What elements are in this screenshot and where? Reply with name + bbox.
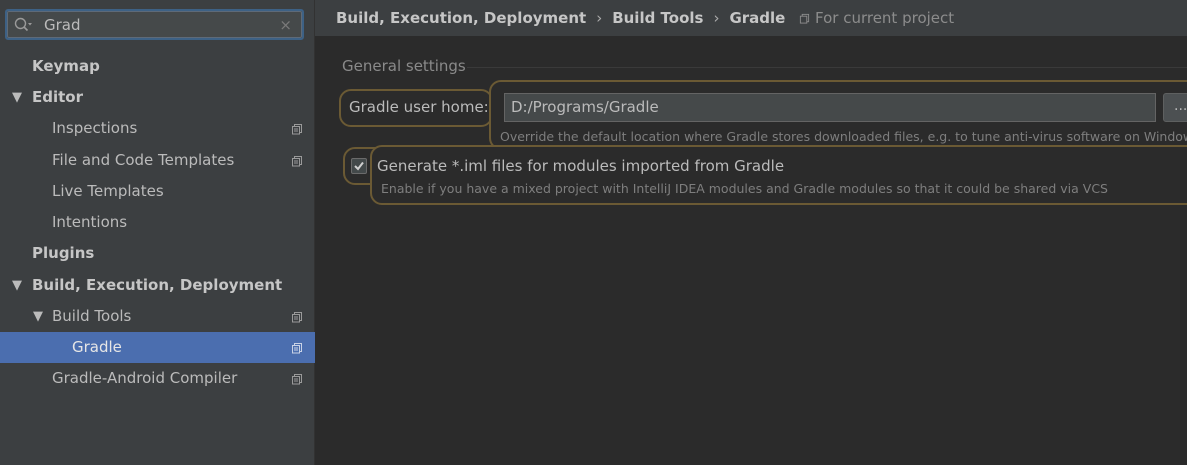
project-settings-icon [292,312,302,323]
breadcrumb-item[interactable]: Build Tools [612,9,703,27]
sidebar-item-build-execution-deployment[interactable]: ▼ Build, Execution, Deployment [0,270,315,301]
browse-button[interactable]: ... [1163,93,1187,122]
scope-note-text: For current project [815,9,955,27]
gradle-user-home-input[interactable]: D:/Programs/Gradle [504,93,1156,122]
breadcrumb-item-current: Gradle [729,9,786,27]
sidebar-item-build-tools[interactable]: ▼ Build Tools [0,301,315,332]
sidebar-item-label: Intentions [52,213,128,231]
sidebar-item-intentions[interactable]: Intentions [0,207,315,238]
project-settings-icon [292,343,302,354]
sidebar-item-gradle-android-compiler[interactable]: Gradle-Android Compiler [0,363,315,394]
sidebar-item-file-and-code-templates[interactable]: File and Code Templates [0,145,315,176]
search-input[interactable]: Grad [44,16,81,34]
scope-note: For current project [799,0,954,36]
sidebar-item-label: Build, Execution, Deployment [32,276,283,294]
section-title-general-settings: General settings [342,57,466,75]
expand-arrow-icon[interactable]: ▼ [12,82,22,113]
sidebar-item-label: Live Templates [52,182,164,200]
sidebar-item-label: Editor [32,88,83,106]
settings-sidebar: Grad × Keymap ▼ Editor Inspections File … [0,0,315,465]
sidebar-item-label: Plugins [32,244,95,262]
settings-search[interactable]: Grad × [5,9,304,40]
section-divider [467,67,1187,68]
settings-header: Build, Execution, Deployment › Build Tools… [315,0,1187,36]
expand-arrow-icon[interactable]: ▼ [33,301,43,332]
project-settings-icon [799,13,810,24]
sidebar-item-label: Gradle-Android Compiler [52,369,238,387]
breadcrumb-separator: › [713,9,720,27]
sidebar-item-inspections[interactable]: Inspections [0,113,315,144]
sidebar-item-keymap[interactable]: Keymap [0,51,315,82]
breadcrumb-item[interactable]: Build, Execution, Deployment [336,9,586,27]
generate-iml-hint: Enable if you have a mixed project with … [381,181,1108,196]
search-icon[interactable] [13,16,35,34]
settings-dialog: Grad × Keymap ▼ Editor Inspections File … [0,0,1187,465]
project-settings-icon [292,374,302,385]
sidebar-item-label: File and Code Templates [52,151,235,169]
checkmark-icon [354,161,364,171]
breadcrumb-separator: › [596,9,603,27]
settings-content: Build, Execution, Deployment › Build Tools… [315,0,1187,465]
clear-search-icon[interactable]: × [279,17,292,33]
sidebar-item-label: Gradle [72,338,122,356]
gradle-user-home-label: Gradle user home: [349,98,489,116]
generate-iml-checkbox[interactable] [351,158,367,174]
project-settings-icon [292,156,302,167]
gradle-user-home-hint: Override the default location where Grad… [500,129,1187,144]
generate-iml-label[interactable]: Generate *.iml files for modules importe… [377,157,784,175]
sidebar-item-plugins[interactable]: Plugins [0,238,315,269]
sidebar-item-label: Inspections [52,119,138,137]
project-settings-icon [292,124,302,135]
expand-arrow-icon[interactable]: ▼ [12,270,22,301]
sidebar-item-editor[interactable]: ▼ Editor [0,82,315,113]
breadcrumb: Build, Execution, Deployment › Build Tools… [336,0,785,36]
sidebar-item-label: Keymap [32,57,100,75]
sidebar-item-gradle[interactable]: Gradle [0,332,315,363]
sidebar-item-live-templates[interactable]: Live Templates [0,176,315,207]
sidebar-item-label: Build Tools [52,307,132,325]
